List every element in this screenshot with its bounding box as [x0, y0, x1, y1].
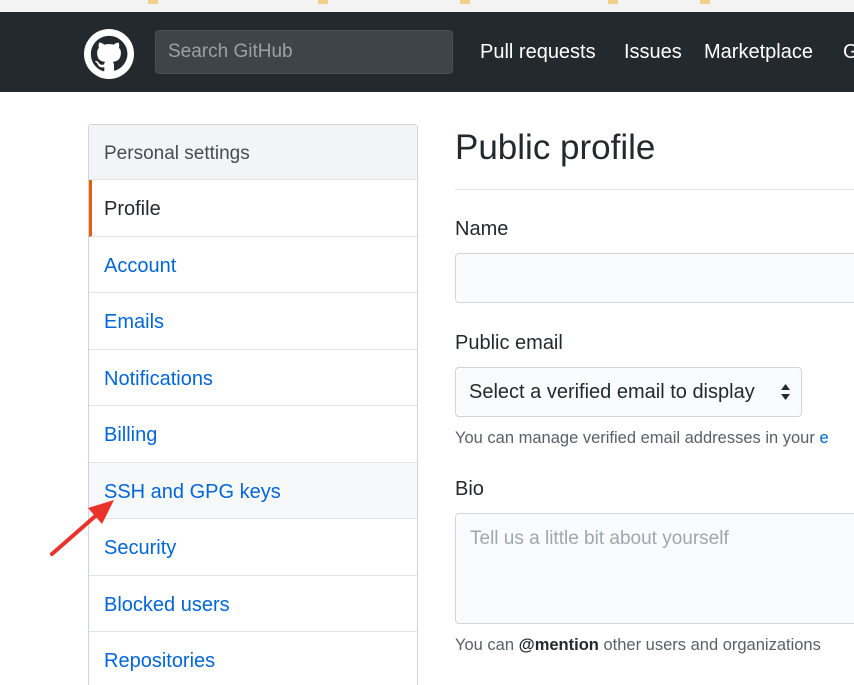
public-email-label: Public email [455, 332, 563, 354]
bookmark-mark [700, 0, 710, 4]
page-title: Public profile [455, 128, 656, 167]
sidebar-item-account[interactable]: Account [89, 237, 417, 293]
search-input[interactable] [155, 30, 453, 74]
title-divider [455, 189, 854, 190]
github-logo-icon[interactable] [84, 29, 134, 79]
email-note: You can manage verified email addresses … [455, 429, 829, 448]
name-label: Name [455, 218, 509, 240]
bio-note: You can @mention other users and organiz… [455, 636, 821, 655]
public-email-select[interactable]: Select a verified email to display [455, 367, 802, 417]
settings-sidebar: Personal settings Profile Account Emails… [88, 124, 418, 685]
bookmark-mark [460, 0, 470, 4]
bookmark-mark [318, 0, 328, 4]
name-input[interactable] [455, 253, 854, 303]
bookmark-mark [148, 0, 158, 4]
sidebar-item-repositories[interactable]: Repositories [89, 632, 417, 685]
sidebar-item-profile[interactable]: Profile [89, 180, 417, 237]
bio-note-suffix: other users and organizations [598, 636, 821, 654]
public-email-select-value: Select a verified email to display [469, 381, 755, 403]
bio-label: Bio [455, 478, 484, 500]
site-header: Pull requests Issues Marketplace G [0, 12, 854, 92]
sidebar-item-security[interactable]: Security [89, 519, 417, 576]
sidebar-item-ssh-gpg-keys[interactable]: SSH and GPG keys [89, 462, 417, 519]
bio-note-prefix: You can [455, 636, 519, 654]
select-arrows-icon [780, 368, 791, 416]
sidebar-item-billing[interactable]: Billing [89, 406, 417, 463]
bookmark-mark [608, 0, 618, 4]
email-note-text: You can manage verified email addresses … [455, 429, 820, 447]
sidebar-item-notifications[interactable]: Notifications [89, 350, 417, 406]
sidebar-item-emails[interactable]: Emails [89, 293, 417, 350]
email-settings-link[interactable]: e [819, 429, 828, 447]
nav-pull-requests[interactable]: Pull requests [480, 30, 596, 74]
sidebar-item-blocked-users[interactable]: Blocked users [89, 576, 417, 632]
sidebar-heading: Personal settings [89, 125, 417, 180]
annotation-arrow-icon [50, 500, 114, 556]
bio-textarea[interactable] [455, 513, 854, 624]
nav-gist[interactable]: G [843, 30, 854, 74]
bio-note-mention: @mention [518, 636, 599, 654]
nav-issues[interactable]: Issues [624, 30, 682, 74]
nav-marketplace[interactable]: Marketplace [704, 30, 813, 74]
